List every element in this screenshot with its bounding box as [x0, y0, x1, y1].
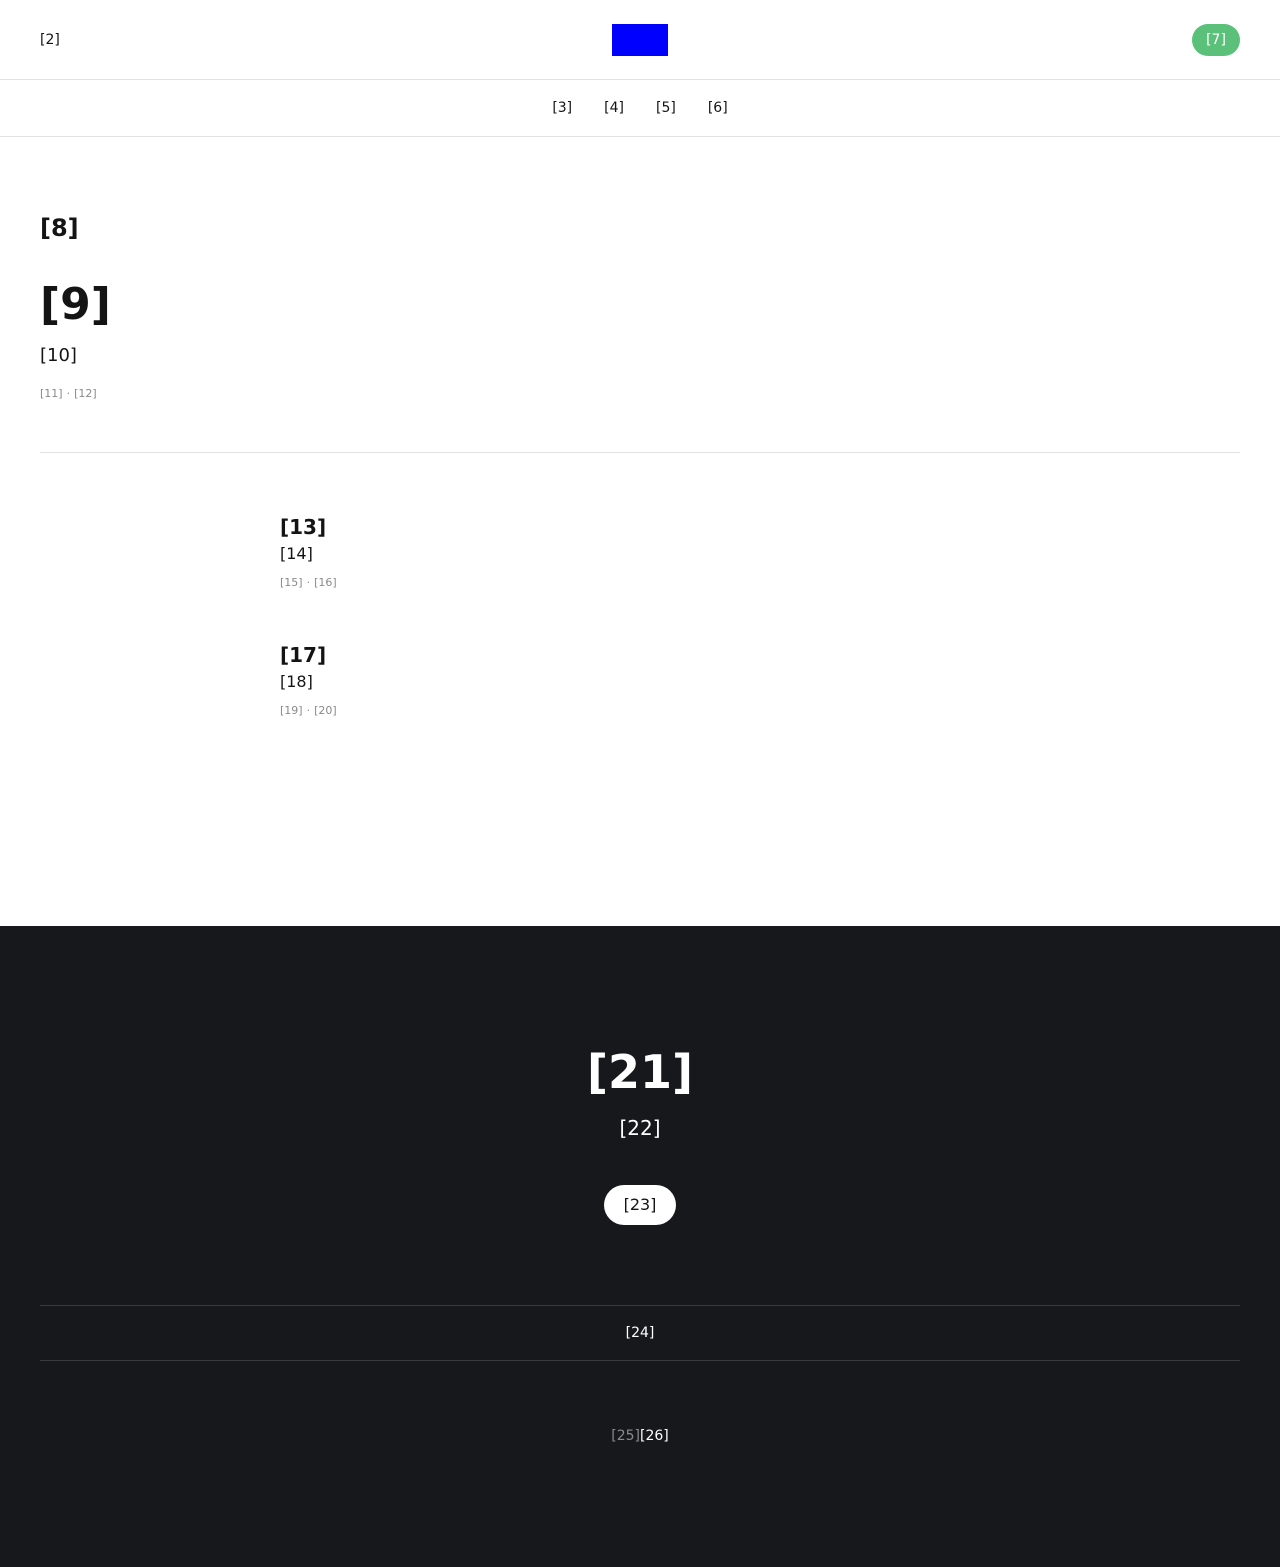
- nav-item[interactable]: [4]: [604, 99, 624, 117]
- article-meta: [19] · [20]: [280, 704, 980, 718]
- footer-button[interactable]: [23]: [604, 1185, 676, 1225]
- site-logo[interactable]: [612, 24, 668, 56]
- credit-name-link[interactable]: [26]: [640, 1428, 669, 1444]
- footer-links: [24]: [0, 1325, 1280, 1341]
- meta-separator: ·: [306, 704, 311, 717]
- divider: [40, 1305, 1240, 1306]
- hero-meta-a: [11]: [40, 387, 63, 400]
- nav-item[interactable]: [5]: [656, 99, 676, 117]
- article-meta-a: [19]: [280, 704, 303, 717]
- article-meta-a: [15]: [280, 576, 303, 589]
- credit-prefix: [25]: [611, 1428, 640, 1444]
- meta-separator: ·: [66, 387, 71, 400]
- nav-item[interactable]: [3]: [552, 99, 572, 117]
- footer-subtitle: [22]: [619, 1116, 661, 1140]
- article-excerpt: [14]: [280, 544, 313, 563]
- site-footer: [21] [22] [23] [24] [25][26]: [0, 926, 1280, 1567]
- list-item: [13] [14] [15] · [16]: [280, 514, 980, 590]
- site-header: [2] [7]: [0, 0, 1280, 80]
- article-meta-b: [20]: [314, 704, 337, 717]
- divider: [40, 1360, 1240, 1361]
- nav-item[interactable]: [6]: [708, 99, 728, 117]
- footer-title: [21]: [586, 1045, 694, 1099]
- main-nav: [3] [4] [5] [6]: [0, 80, 1280, 137]
- article-meta: [15] · [16]: [280, 576, 980, 590]
- meta-separator: ·: [306, 576, 311, 589]
- article-title[interactable]: [17]: [280, 642, 980, 668]
- article-meta-b: [16]: [314, 576, 337, 589]
- hero-kicker: [8]: [40, 214, 79, 242]
- article-excerpt: [18]: [280, 672, 313, 691]
- list-item: [17] [18] [19] · [20]: [280, 642, 980, 718]
- page-title: [9]: [40, 279, 111, 330]
- divider: [40, 452, 1240, 453]
- menu-link[interactable]: [2]: [40, 31, 60, 49]
- hero-meta: [11] · [12]: [40, 387, 97, 401]
- footer-link[interactable]: [24]: [626, 1325, 655, 1341]
- article-title[interactable]: [13]: [280, 514, 980, 540]
- footer-credit: [25][26]: [0, 1427, 1280, 1445]
- hero-subtitle: [10]: [40, 345, 77, 366]
- nav-list: [3] [4] [5] [6]: [0, 99, 1280, 117]
- header-cta-button[interactable]: [7]: [1192, 24, 1240, 56]
- hero-meta-b: [12]: [74, 387, 97, 400]
